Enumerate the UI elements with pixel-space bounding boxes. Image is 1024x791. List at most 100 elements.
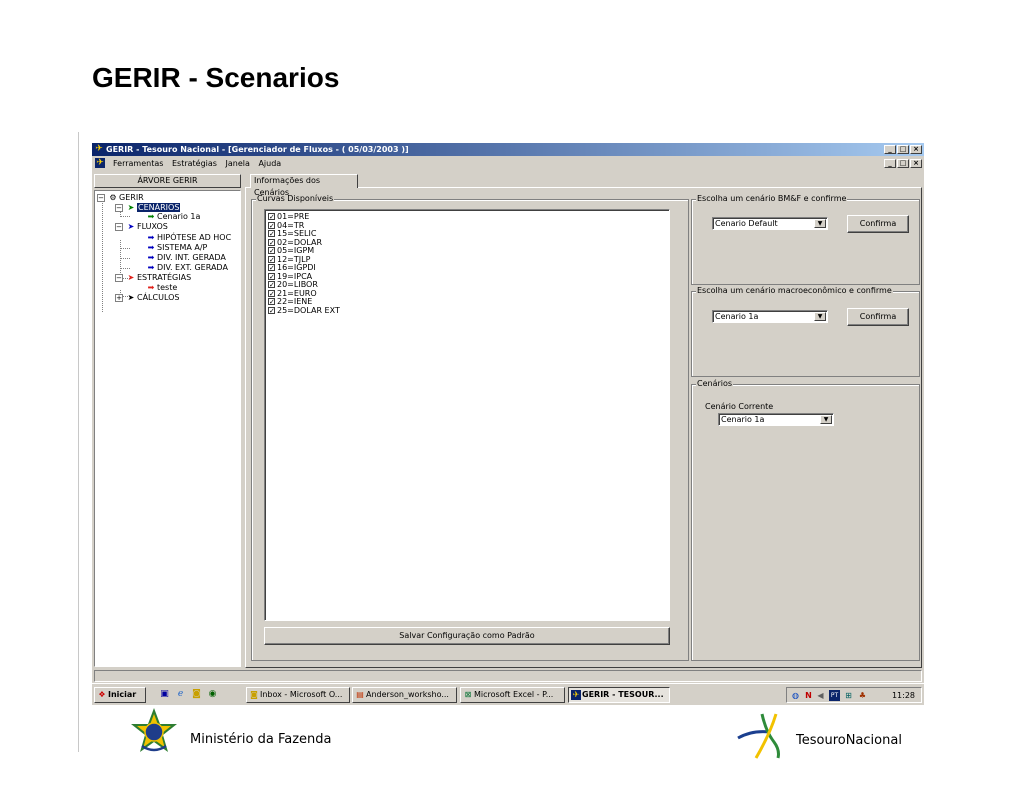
- window-titlebar[interactable]: ✈ GERIR - Tesouro Nacional - [Gerenciado…: [92, 143, 924, 156]
- show-desktop-icon[interactable]: ▣: [158, 688, 171, 701]
- chevron-down-icon[interactable]: ▼: [814, 312, 826, 321]
- doc-close-button[interactable]: ×: [910, 159, 922, 168]
- tree-line: [120, 268, 130, 269]
- bmf-scenario-value: Cenario Default: [715, 219, 778, 228]
- current-scenario-select[interactable]: Cenario 1a ▼: [718, 413, 834, 426]
- checkbox-icon[interactable]: ✓: [268, 264, 275, 272]
- checkbox-icon[interactable]: ✓: [268, 230, 275, 238]
- checkbox-icon[interactable]: ✓: [268, 298, 275, 306]
- arrow-icon: ➤: [127, 273, 135, 282]
- task-gerir-tesouro[interactable]: ✈ GERIR - TESOUR...: [568, 687, 670, 703]
- tree-node-label: SISTEMA A/P: [157, 243, 208, 252]
- network-tray-icon[interactable]: ◍: [790, 690, 801, 701]
- task-label: Inbox - Microsoft O...: [260, 690, 343, 699]
- document-window-controls: _ □ ×: [884, 159, 922, 168]
- outlook-icon: ◙: [250, 689, 258, 699]
- task-label: Anderson_worksho...: [366, 690, 449, 699]
- checkbox-icon[interactable]: ✓: [268, 281, 275, 289]
- tree-node-div-int[interactable]: ➡ DIV. INT. GERADA: [145, 253, 226, 263]
- macro-scenario-value: Cenario 1a: [715, 312, 759, 321]
- collapse-icon[interactable]: −: [115, 273, 123, 282]
- powerpoint-icon: ▤: [356, 689, 364, 699]
- curves-checklist[interactable]: ✓ 01=PRE ✓ 04=TR ✓ 15=SELIC ✓ 02=DOLAR ✓ 05=IGPM ✓…: [264, 209, 670, 621]
- task-microsoft-excel[interactable]: ⊠ Microsoft Excel - P...: [460, 687, 565, 703]
- task-anderson-workshop[interactable]: ▤ Anderson_worksho...: [352, 687, 457, 703]
- collapse-icon[interactable]: −: [115, 222, 123, 231]
- menu-estrategias[interactable]: Estratégias: [169, 157, 220, 170]
- arrow-right-icon: ➡: [147, 233, 155, 242]
- taskbar-clock[interactable]: 11:28: [892, 690, 915, 701]
- speaker-icon[interactable]: ◀: [815, 690, 826, 701]
- slide-left-rule: [78, 132, 79, 752]
- collapse-icon[interactable]: −: [115, 203, 123, 212]
- arrow-icon: ➤: [127, 203, 135, 212]
- document-app-icon[interactable]: ✈: [95, 158, 105, 168]
- cenarios-group-label: Cenários: [696, 379, 734, 389]
- arrow-right-icon: ➡: [147, 283, 155, 292]
- arrow-right-icon: ➡: [147, 253, 155, 262]
- bmf-scenario-select[interactable]: Cenario Default ▼: [712, 217, 828, 230]
- checkbox-icon[interactable]: ✓: [268, 238, 275, 246]
- brazil-coat-of-arms-icon: [131, 708, 177, 752]
- internet-explorer-icon[interactable]: ℯ: [174, 688, 187, 701]
- menu-janela[interactable]: Janela: [223, 157, 253, 170]
- macro-confirm-button[interactable]: Confirma: [847, 308, 909, 326]
- media-icon[interactable]: ◉: [206, 688, 219, 701]
- norton-tray-icon[interactable]: N: [803, 690, 814, 701]
- tree-node-sistema[interactable]: ➡ SISTEMA A/P: [145, 243, 208, 253]
- maximize-button[interactable]: □: [897, 145, 909, 154]
- tree-node-gerir[interactable]: − ⚙ GERIR: [97, 193, 144, 203]
- window-title: GERIR - Tesouro Nacional - [Gerenciador …: [106, 145, 409, 154]
- checkbox-icon[interactable]: ✓: [268, 213, 275, 221]
- minimize-button[interactable]: _: [884, 145, 896, 154]
- tree-node-calculos[interactable]: + ➤ CÁLCULOS: [115, 293, 180, 303]
- tree-node-estrategias[interactable]: − ➤ ESTRATÉGIAS: [115, 273, 191, 283]
- agent-tray-icon[interactable]: ♣: [857, 690, 868, 701]
- windows-flag-icon: ❖: [98, 689, 106, 699]
- tree-node-div-ext[interactable]: ➡ DIV. EXT. GERADA: [145, 263, 228, 273]
- doc-restore-button[interactable]: □: [897, 159, 909, 168]
- outlook-icon[interactable]: ◙: [190, 688, 203, 701]
- start-button[interactable]: ❖ Iniciar: [94, 687, 146, 703]
- bmf-confirm-button[interactable]: Confirma: [847, 215, 909, 233]
- app-screenshot: ✈ GERIR - Tesouro Nacional - [Gerenciado…: [92, 143, 924, 705]
- menu-ajuda[interactable]: Ajuda: [255, 157, 284, 170]
- arrow-right-icon: ➡: [147, 243, 155, 252]
- checkbox-icon[interactable]: ✓: [268, 306, 275, 314]
- collapse-icon[interactable]: −: [97, 193, 105, 202]
- macro-group: Escolha um cenário macroeconômico e conf…: [691, 286, 920, 377]
- tree-node-cenario-1a[interactable]: ➡ Cenario 1a: [145, 212, 201, 222]
- curve-item[interactable]: ✓ 25=DOLAR EXT: [268, 306, 340, 315]
- checkbox-icon[interactable]: ✓: [268, 221, 275, 229]
- tree-node-fluxos[interactable]: − ➤ FLUXOS: [115, 222, 168, 232]
- gerir-app-icon: ✈: [571, 689, 581, 700]
- connection-tray-icon[interactable]: ⊞: [843, 690, 854, 701]
- menu-ferramentas[interactable]: Ferramentas: [110, 157, 166, 170]
- tree-node-label: ESTRATÉGIAS: [137, 273, 192, 282]
- macro-group-label: Escolha um cenário macroeconômico e conf…: [696, 286, 893, 296]
- current-scenario-label: Cenário Corrente: [705, 402, 774, 411]
- chevron-down-icon[interactable]: ▼: [814, 219, 826, 228]
- checkbox-icon[interactable]: ✓: [268, 272, 275, 280]
- tree-node-label: DIV. EXT. GERADA: [157, 263, 228, 272]
- tree-node-teste[interactable]: ➡ teste: [145, 283, 178, 293]
- checkbox-icon[interactable]: ✓: [268, 289, 275, 297]
- tab-informacoes-cenarios[interactable]: Informações dos Cenários: [250, 174, 358, 197]
- checkbox-icon[interactable]: ✓: [268, 247, 275, 255]
- tesouro-nacional-logo-icon: [737, 713, 780, 759]
- excel-icon: ⊠: [464, 689, 472, 699]
- expand-icon[interactable]: +: [115, 293, 123, 302]
- task-label: Microsoft Excel - P...: [474, 690, 554, 699]
- chevron-down-icon[interactable]: ▼: [820, 415, 832, 424]
- macro-scenario-select[interactable]: Cenario 1a ▼: [712, 310, 828, 323]
- checkbox-icon[interactable]: ✓: [268, 255, 275, 263]
- ministerio-fazenda-text: Ministério da Fazenda: [190, 732, 332, 747]
- task-inbox-outlook[interactable]: ◙ Inbox - Microsoft O...: [246, 687, 350, 703]
- save-default-button[interactable]: Salvar Configuração como Padrão: [264, 627, 670, 645]
- language-tray-icon[interactable]: PT: [829, 690, 840, 701]
- window-controls: _ □ ×: [884, 145, 922, 154]
- doc-minimize-button[interactable]: _: [884, 159, 896, 168]
- tree-node-hipotese[interactable]: ➡ HIPÓTESE AD HOC: [145, 233, 232, 243]
- close-button[interactable]: ×: [910, 145, 922, 154]
- start-label: Iniciar: [108, 690, 137, 699]
